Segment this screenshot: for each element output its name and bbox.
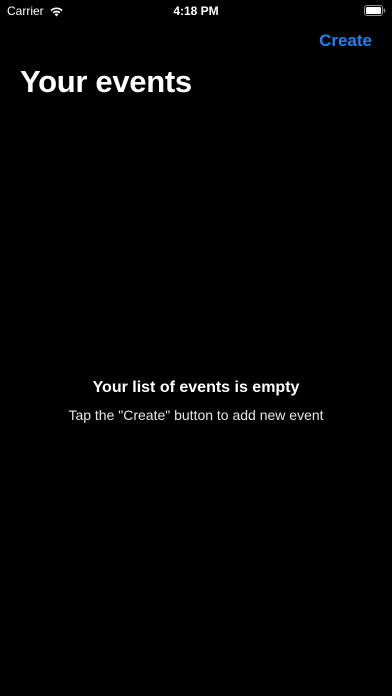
empty-state: Your list of events is empty Tap the "Cr…: [0, 379, 392, 423]
create-button[interactable]: Create: [319, 31, 372, 51]
page-title: Your events: [20, 64, 192, 99]
empty-state-subtitle: Tap the "Create" button to add new event: [68, 407, 324, 423]
battery-icon: [364, 5, 386, 16]
empty-state-title: Your list of events is empty: [92, 379, 300, 396]
status-time: 4:18 PM: [173, 4, 219, 18]
status-bar: Carrier 4:18 PM: [0, 0, 392, 22]
screen: Carrier 4:18 PM Create Your events Your …: [0, 0, 392, 696]
